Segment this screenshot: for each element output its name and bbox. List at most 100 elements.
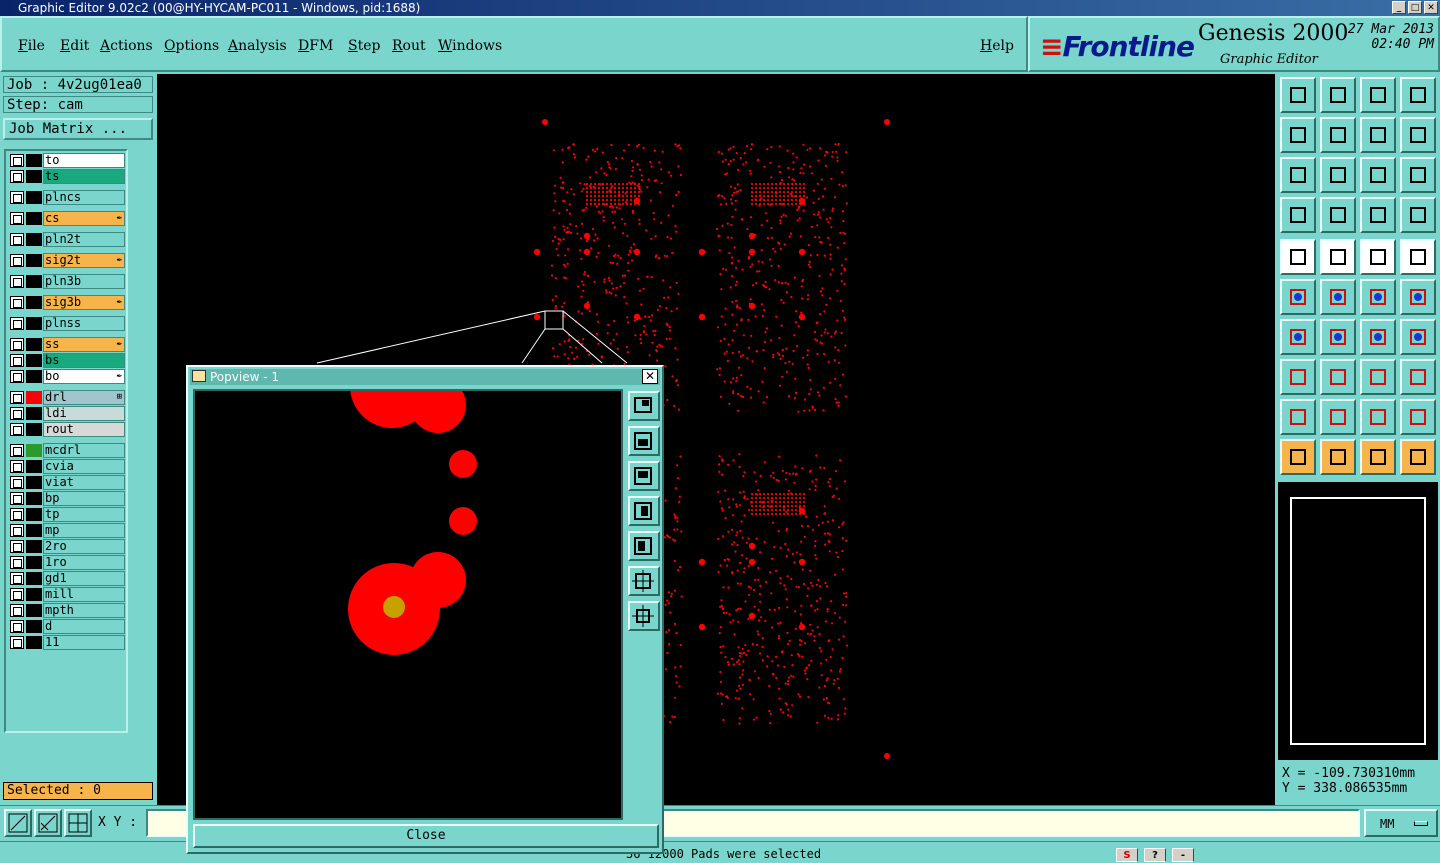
layer-name[interactable]: mill [43, 587, 125, 602]
surface-icon[interactable] [1400, 239, 1436, 275]
layer-name[interactable]: pln2t [43, 232, 125, 247]
pan-right-icon[interactable] [1320, 117, 1356, 153]
layer-color-swatch[interactable] [26, 604, 42, 617]
menu-options[interactable]: Options [164, 38, 219, 54]
layer-checkbox[interactable] [10, 296, 24, 309]
layer-color-swatch[interactable] [26, 254, 42, 267]
text-icon[interactable] [1400, 319, 1436, 355]
arc-icon[interactable] [1360, 319, 1396, 355]
layer-name[interactable]: pln3b [43, 274, 125, 289]
select-icon[interactable] [1320, 439, 1356, 475]
line-add-icon[interactable] [1320, 239, 1356, 275]
pointer-icon[interactable] [1280, 439, 1316, 475]
layer-checkbox[interactable] [10, 254, 24, 267]
layer-color-swatch[interactable] [26, 460, 42, 473]
layer-checkbox[interactable] [10, 391, 24, 404]
layer-row-mp[interactable]: mp [8, 523, 126, 538]
move-icon[interactable] [1360, 279, 1396, 315]
layer-select2-icon[interactable] [1400, 197, 1436, 233]
layer-checkbox[interactable] [10, 460, 24, 473]
layer-checkbox[interactable] [10, 572, 24, 585]
layer-row-tp[interactable]: tp [8, 507, 126, 522]
layer-color-swatch[interactable] [26, 423, 42, 436]
layer-checkbox[interactable] [10, 636, 24, 649]
minimize-button[interactable]: _ [1392, 1, 1406, 14]
menu-actions[interactable]: Actions [100, 38, 153, 54]
layer-name[interactable]: plnss [43, 316, 125, 331]
layer-name[interactable]: mcdrl [43, 443, 125, 458]
layer-name[interactable]: tp [43, 507, 125, 522]
layer-color-swatch[interactable] [26, 212, 42, 225]
menu-edit[interactable]: Edit [60, 38, 89, 54]
layer-row-cvia[interactable]: cvia [8, 459, 126, 474]
fit-icon[interactable] [1280, 157, 1316, 193]
close-window-button[interactable]: ✕ [1424, 1, 1438, 14]
tri-icon[interactable] [1280, 399, 1316, 435]
layer-color-swatch[interactable] [26, 354, 42, 367]
layer-row-pln2t[interactable]: pln2t [8, 232, 126, 247]
layer-row-mpth[interactable]: mpth [8, 603, 126, 618]
pan-left-icon[interactable] [1280, 117, 1316, 153]
menu-rout[interactable]: Rout [392, 38, 426, 54]
window-icon[interactable] [1400, 77, 1436, 113]
scale-icon[interactable] [1360, 157, 1396, 193]
layer-checkbox[interactable] [10, 275, 24, 288]
popview-pan-up-icon[interactable] [628, 426, 660, 456]
layer-color-swatch[interactable] [26, 407, 42, 420]
job-matrix-button[interactable]: Job Matrix ... [3, 118, 153, 140]
layer-name[interactable]: to [43, 153, 125, 168]
layer-row-to[interactable]: to [8, 153, 126, 168]
layer-checkbox[interactable] [10, 620, 24, 633]
popview-close-button[interactable]: Close [193, 824, 659, 848]
layer-row-bs[interactable]: bs [8, 353, 126, 368]
move2-icon[interactable] [1400, 279, 1436, 315]
layer-select-icon[interactable] [1360, 197, 1396, 233]
layer-color-swatch[interactable] [26, 476, 42, 489]
line-icon[interactable] [1320, 319, 1356, 355]
layer-color-swatch[interactable] [26, 191, 42, 204]
layer-checkbox[interactable] [10, 154, 24, 167]
layer-name[interactable]: plncs [43, 190, 125, 205]
layer-color-swatch[interactable] [26, 636, 42, 649]
popview-fit-icon[interactable] [628, 566, 660, 596]
layer-name[interactable]: ss ✒ [43, 337, 125, 352]
measure-icon[interactable] [34, 809, 62, 837]
layer-checkbox[interactable] [10, 317, 24, 330]
layer-checkbox[interactable] [10, 212, 24, 225]
popview-zoom-icon[interactable] [628, 391, 660, 421]
layer-color-swatch[interactable] [26, 370, 42, 383]
menu-windows[interactable]: Windows [438, 38, 502, 54]
layer-name[interactable]: ldi [43, 406, 125, 421]
layer-color-swatch[interactable] [26, 170, 42, 183]
layer-checkbox[interactable] [10, 492, 24, 505]
tri2-icon[interactable] [1320, 399, 1356, 435]
layer-row-gd1[interactable]: gd1 [8, 571, 126, 586]
tri4-icon[interactable] [1400, 399, 1436, 435]
copy-icon[interactable] [1400, 359, 1436, 395]
layer-name[interactable]: cvia [43, 459, 125, 474]
layer-color-swatch[interactable] [26, 338, 42, 351]
popview-canvas[interactable] [193, 389, 623, 820]
layer-row-sig3b[interactable]: sig3b ✒ [8, 295, 126, 310]
popview-pan-right-icon[interactable] [628, 531, 660, 561]
layer-row-rout[interactable]: rout [8, 422, 126, 437]
pad-add-icon[interactable] [1280, 239, 1316, 275]
layer-row-pln3b[interactable]: pln3b [8, 274, 126, 289]
layer-checkbox[interactable] [10, 191, 24, 204]
popview-pan-left-icon[interactable] [628, 496, 660, 526]
layer-row-cs[interactable]: cs ✒ [8, 211, 126, 226]
layer-color-swatch[interactable] [26, 540, 42, 553]
layer-name[interactable]: mpth [43, 603, 125, 618]
layer-color-swatch[interactable] [26, 233, 42, 246]
layer-row-bo[interactable]: bo ✒ [8, 369, 126, 384]
overview-window[interactable] [1278, 482, 1438, 760]
layer-checkbox[interactable] [10, 476, 24, 489]
layer-name[interactable]: cs ✒ [43, 211, 125, 226]
connect-icon[interactable] [1280, 279, 1316, 315]
tri3-icon[interactable] [1360, 399, 1396, 435]
popview-titlebar[interactable]: Popview - 1 [190, 369, 660, 385]
route-icon[interactable] [1400, 439, 1436, 475]
snap-icon[interactable] [1280, 197, 1316, 233]
layer-row-sig2t[interactable]: sig2t ✒ [8, 253, 126, 268]
layer-checkbox[interactable] [10, 604, 24, 617]
